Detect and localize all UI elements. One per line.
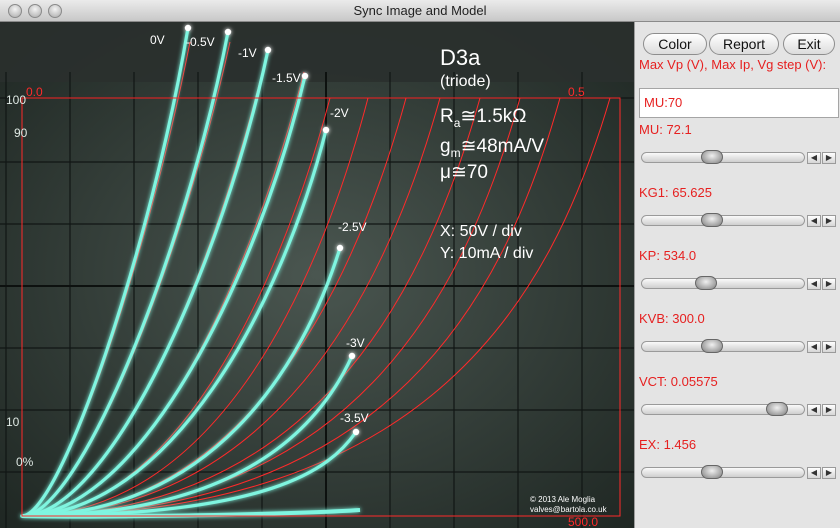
exit-button[interactable]: Exit	[783, 33, 835, 55]
slider-decrement-button[interactable]: ◀	[807, 404, 821, 416]
scale-label-10: 10	[6, 415, 20, 429]
oscilloscope-image: 0V -0.5V -1V -1.5V -2V -2.5V -3V -3.5V 100 90 1…	[0, 22, 634, 528]
param-slider[interactable]: ◀ ▶	[641, 276, 837, 290]
slider-increment-button[interactable]: ▶	[822, 278, 836, 290]
trace-tip	[264, 46, 272, 54]
param-label: EX: 1.456	[639, 437, 697, 452]
slider-increment-button[interactable]: ▶	[822, 467, 836, 479]
slider-decrement-button[interactable]: ◀	[807, 215, 821, 227]
scope-bezel	[0, 22, 634, 82]
max-values-label: Max Vp (V), Max Ip, Vg step (V):	[639, 57, 827, 72]
grid-voltage-label: -1.5V	[272, 71, 301, 85]
slider-decrement-button[interactable]: ◀	[807, 467, 821, 479]
grid-voltage-label: 0V	[150, 33, 165, 47]
credit-line-2: valves@bartola.co.uk	[530, 505, 608, 514]
trace-tip	[184, 24, 192, 32]
trace-tip	[224, 28, 232, 36]
param-slider[interactable]: ◀ ▶	[641, 465, 837, 479]
credit-line-1: © 2013 Ale Moglia	[530, 495, 596, 504]
overlay-bottom-right: 500.0	[568, 515, 598, 528]
slider-decrement-button[interactable]: ◀	[807, 152, 821, 164]
param-label: MU: 72.1	[639, 122, 692, 137]
slider-track[interactable]	[641, 467, 805, 478]
grid-voltage-label: -1V	[238, 46, 257, 60]
window-title: Sync Image and Model	[353, 3, 487, 18]
slider-track[interactable]	[641, 215, 805, 226]
slider-thumb[interactable]	[765, 402, 788, 416]
tube-type: (triode)	[440, 73, 491, 90]
slider-thumb[interactable]	[694, 276, 717, 290]
grid-voltage-label: -0.5V	[186, 35, 215, 49]
window-titlebar: Sync Image and Model	[0, 0, 840, 22]
scale-label-100: 100	[6, 93, 26, 107]
param-slider[interactable]: ◀ ▶	[641, 339, 837, 353]
slider-increment-button[interactable]: ▶	[822, 341, 836, 353]
y-scale: Y: 10mA / div	[440, 245, 533, 262]
param-label: VCT: 0.05575	[639, 374, 718, 389]
param-label: KVB: 300.0	[639, 311, 705, 326]
trace-tip	[322, 126, 330, 134]
mu-value: μ≅70	[440, 162, 488, 183]
grid-voltage-label: -3V	[346, 336, 365, 350]
close-window-button[interactable]	[8, 4, 22, 18]
scale-label-90: 90	[14, 126, 28, 140]
report-button[interactable]: Report	[709, 33, 779, 55]
grid-voltage-label: -2.5V	[338, 220, 367, 234]
param-slider[interactable]: ◀ ▶	[641, 402, 837, 416]
slider-thumb[interactable]	[700, 339, 723, 353]
slider-increment-button[interactable]: ▶	[822, 404, 836, 416]
slider-increment-button[interactable]: ▶	[822, 215, 836, 227]
scale-label-0: 0%	[16, 455, 34, 469]
slider-track[interactable]	[641, 341, 805, 352]
slider-thumb[interactable]	[700, 150, 723, 164]
param-slider[interactable]: ◀ ▶	[641, 213, 837, 227]
trace-tip	[348, 352, 356, 360]
slider-decrement-button[interactable]: ◀	[807, 341, 821, 353]
overlay-top-right: 0.5	[568, 85, 585, 99]
control-panel: Color Report Exit Max Vp (V), Max Ip, Vg…	[634, 22, 840, 528]
overlay-top-left: 0.0	[26, 85, 43, 99]
slider-thumb[interactable]	[700, 465, 723, 479]
grid-voltage-label: -3.5V	[340, 411, 369, 425]
x-scale: X: 50V / div	[440, 223, 522, 240]
param-slider[interactable]: ◀ ▶	[641, 150, 837, 164]
slider-thumb[interactable]	[700, 213, 723, 227]
ra-value: Ra≅1.5kΩ	[440, 106, 526, 130]
max-values-input[interactable]: MU:70	[639, 88, 839, 118]
slider-decrement-button[interactable]: ◀	[807, 278, 821, 290]
tube-name: D3a	[440, 45, 481, 70]
scope-plot: 0V -0.5V -1V -1.5V -2V -2.5V -3V -3.5V 100 90 1…	[0, 22, 634, 528]
trace-tip	[336, 244, 344, 252]
slider-track[interactable]	[641, 278, 805, 289]
trace-tip	[352, 428, 360, 436]
slider-increment-button[interactable]: ▶	[822, 152, 836, 164]
minimize-window-button[interactable]	[28, 4, 42, 18]
param-label: KP: 534.0	[639, 248, 697, 263]
color-button[interactable]: Color	[643, 33, 707, 55]
trace-tip	[301, 72, 309, 80]
param-label: KG1: 65.625	[639, 185, 712, 200]
zoom-window-button[interactable]	[48, 4, 62, 18]
grid-voltage-label: -2V	[330, 106, 349, 120]
slider-track[interactable]	[641, 152, 805, 163]
